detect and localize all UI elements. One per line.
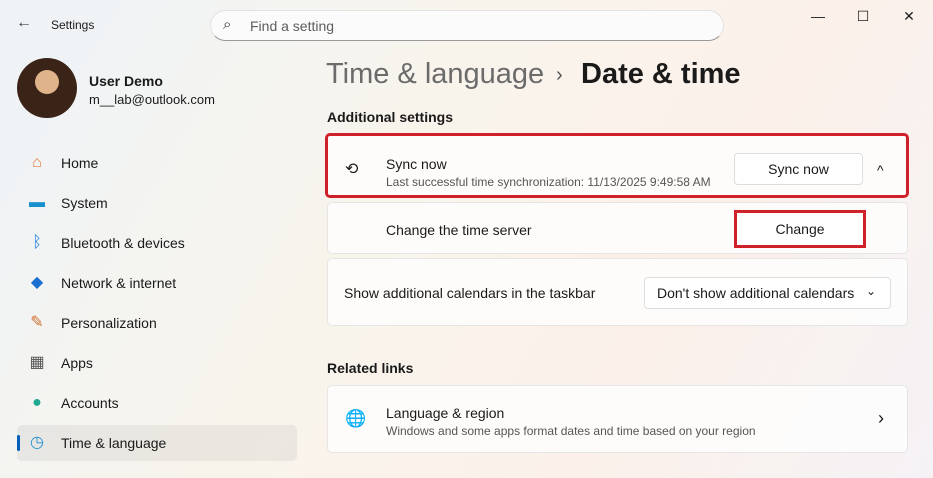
- sidebar-item-label: Network & internet: [61, 275, 177, 291]
- sidebar-item-home[interactable]: ⌂ Home: [17, 145, 297, 181]
- system-icon: ▬: [29, 194, 45, 211]
- personalization-icon: ✎: [30, 314, 44, 331]
- sidebar-item-accounts[interactable]: ● Accounts: [17, 385, 297, 421]
- back-icon[interactable]: ←: [16, 14, 32, 32]
- minimize-button[interactable]: —: [803, 8, 833, 24]
- apps-icon: ▦: [29, 354, 45, 371]
- sidebar-item-time-language[interactable]: ◷ Time & language: [17, 425, 297, 461]
- time-server-label: Change the time server: [386, 222, 532, 238]
- sync-clock-icon: ⟲: [345, 161, 359, 178]
- change-button[interactable]: Change: [734, 210, 866, 248]
- search-input[interactable]: ⌕ Find a setting: [210, 10, 724, 41]
- sync-title: Sync now: [386, 156, 447, 172]
- sidebar-item-bluetooth-devices[interactable]: ᛒ Bluetooth & devices: [17, 225, 297, 261]
- page-title: Date & time: [581, 58, 741, 90]
- language-icon: 🌐: [345, 409, 367, 428]
- sidebar-item-label: Time & language: [61, 435, 167, 451]
- user-email: m__lab@outlook.com: [89, 92, 215, 107]
- chevron-down-icon: ⌄: [865, 284, 876, 298]
- sidebar-item-label: Apps: [61, 355, 93, 371]
- collapse-chevron-icon[interactable]: ^: [877, 162, 884, 178]
- home-icon: ⌂: [32, 154, 42, 171]
- calendars-value: Don't show additional calendars: [657, 285, 855, 301]
- sidebar-item-label: Accounts: [61, 395, 119, 411]
- calendars-dropdown[interactable]: Don't show additional calendars ⌄: [644, 277, 891, 309]
- language-subtitle: Windows and some apps format dates and t…: [386, 424, 756, 438]
- language-title: Language & region: [386, 405, 505, 421]
- calendars-label: Show additional calendars in the taskbar: [344, 285, 596, 301]
- network-internet-icon: ◆: [30, 274, 44, 291]
- sidebar-item-personalization[interactable]: ✎ Personalization: [17, 305, 297, 341]
- sidebar-item-label: System: [61, 195, 108, 211]
- maximize-button[interactable]: ☐: [848, 8, 878, 25]
- sidebar-item-system[interactable]: ▬ System: [17, 185, 297, 221]
- time-server-card: Change the time server Change: [327, 202, 908, 254]
- bluetooth-devices-icon: ᛒ: [32, 234, 42, 251]
- sync-now-card: ⟲ Sync now Last successful time synchron…: [325, 133, 909, 198]
- search-icon: ⌕: [223, 16, 232, 33]
- sidebar-item-label: Bluetooth & devices: [61, 235, 185, 251]
- sync-now-button[interactable]: Sync now: [734, 153, 863, 185]
- section-additional-settings: Additional settings: [327, 109, 453, 125]
- language-region-link[interactable]: 🌐 Language & region Windows and some app…: [327, 385, 908, 453]
- sidebar-item-label: Home: [61, 155, 99, 171]
- avatar[interactable]: [17, 58, 77, 118]
- time-language-icon: ◷: [30, 434, 44, 451]
- user-name: User Demo: [89, 73, 163, 89]
- chevron-right-icon: ›: [878, 408, 884, 428]
- accounts-icon: ●: [32, 394, 42, 411]
- search-placeholder: Find a setting: [250, 18, 335, 34]
- section-related-links: Related links: [327, 360, 414, 376]
- calendars-card: Show additional calendars in the taskbar…: [327, 258, 908, 326]
- sidebar-item-label: Personalization: [61, 315, 157, 331]
- close-button[interactable]: ✕: [894, 8, 924, 25]
- breadcrumb-separator: ›: [556, 64, 563, 86]
- sidebar-item-network-internet[interactable]: ◆ Network & internet: [17, 265, 297, 301]
- sync-subtitle: Last successful time synchronization: 11…: [386, 175, 711, 189]
- app-title: Settings: [51, 18, 95, 32]
- breadcrumb-parent[interactable]: Time & language: [326, 58, 544, 91]
- sidebar-item-apps[interactable]: ▦ Apps: [17, 345, 297, 381]
